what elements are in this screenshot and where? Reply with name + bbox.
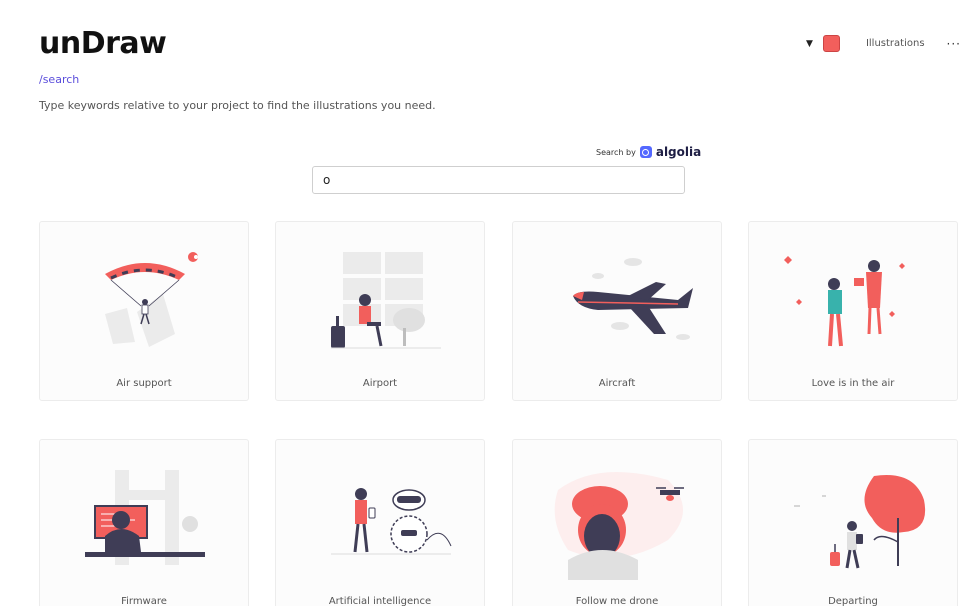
- aircraft-illustration: [573, 258, 693, 340]
- illustration-card[interactable]: Love is in the air: [748, 221, 958, 401]
- algolia-wordmark: algolia: [655, 145, 702, 159]
- illustration-card[interactable]: Firmware: [39, 439, 249, 606]
- illustration-title: Departing: [828, 596, 878, 606]
- air-support-illustration: [105, 252, 198, 347]
- airport-illustration: [331, 252, 441, 349]
- illustration-title: Love is in the air: [811, 378, 895, 389]
- illustration-card[interactable]: Aircraft: [512, 221, 722, 401]
- search-by-label: Search by: [596, 147, 636, 157]
- illustration-title: Aircraft: [598, 378, 636, 389]
- departing-illustration: [794, 475, 926, 569]
- firmware-illustration: [85, 470, 205, 565]
- illustration-card[interactable]: Air support: [39, 221, 249, 401]
- follow-me-drone-illustration: [554, 472, 684, 580]
- illustration-title: Artificial intelligence: [328, 596, 432, 606]
- artificial-intelligence-illustration: [331, 488, 452, 555]
- illustration-title: Firmware: [121, 596, 167, 606]
- route-label: /search: [39, 73, 80, 86]
- caret-down-icon[interactable]: ▼: [806, 39, 813, 49]
- page-tagline: Type keywords relative to your project t…: [39, 99, 436, 112]
- search-by-algolia[interactable]: Search by algolia: [596, 145, 701, 159]
- illustration-title: Airport: [362, 378, 398, 389]
- accent-color-swatch[interactable]: [822, 35, 840, 52]
- illustration-card[interactable]: Departing: [748, 439, 958, 606]
- search-input[interactable]: [312, 166, 685, 194]
- love-is-in-the-air-illustration: [784, 256, 905, 347]
- ellipsis-icon[interactable]: ···: [947, 37, 961, 51]
- header-controls: ▼ Illustrations ···: [806, 35, 961, 52]
- illustration-card[interactable]: Artificial intelligence: [275, 439, 485, 606]
- logo[interactable]: unDraw: [39, 26, 167, 61]
- algolia-icon: [639, 146, 652, 158]
- illustration-title: Air support: [116, 378, 172, 389]
- illustration-card[interactable]: Airport: [275, 221, 485, 401]
- illustrations-link[interactable]: Illustrations: [866, 38, 925, 49]
- illustration-title: Follow me drone: [575, 596, 659, 606]
- illustration-card[interactable]: Follow me drone: [512, 439, 722, 606]
